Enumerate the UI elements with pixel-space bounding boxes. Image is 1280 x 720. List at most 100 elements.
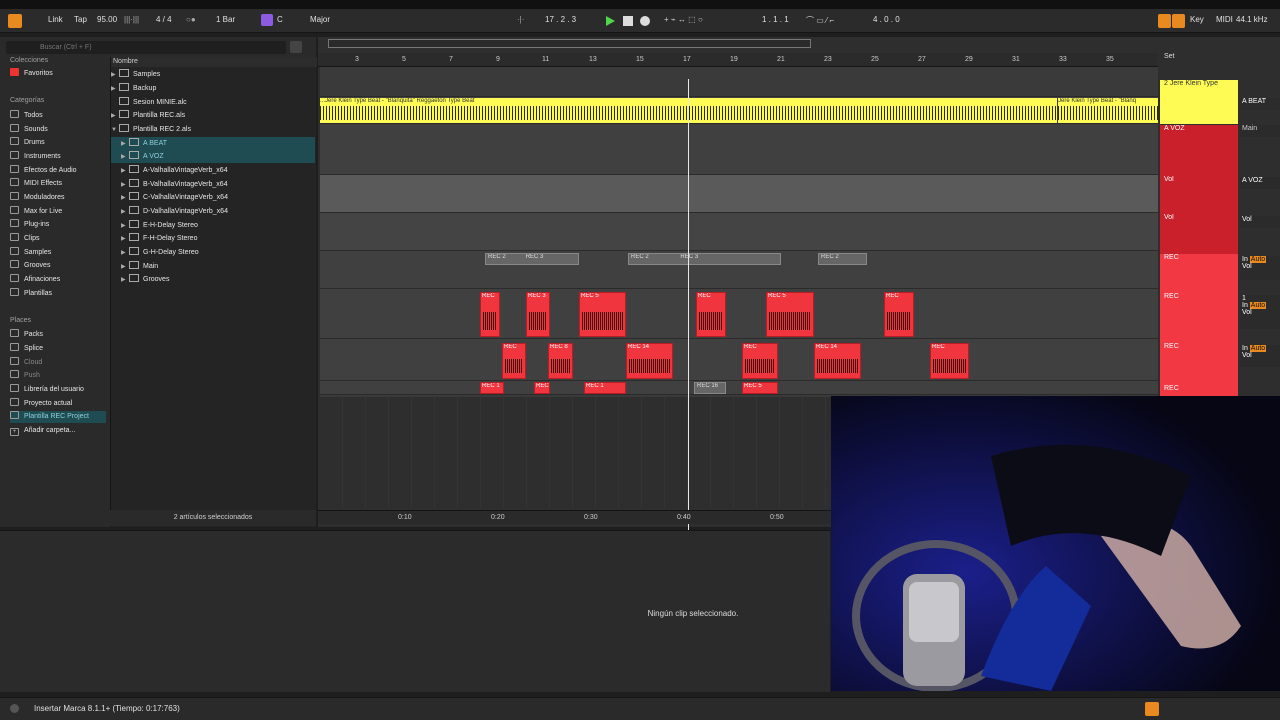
track-io[interactable]: 1 In Auto Vol — [1240, 295, 1280, 329]
track-lane-rec3[interactable]: REC REC 8 REC 14 REC REC 14 REC — [320, 339, 1158, 381]
sidebar-item-midi-effects[interactable]: MIDI Effects — [10, 178, 106, 190]
track-io[interactable]: Vol — [1240, 216, 1280, 228]
list-item[interactable]: ▶ Backup — [111, 82, 315, 95]
list-item[interactable]: ▶ Samples — [111, 68, 315, 81]
audio-clip[interactable]: REC — [502, 343, 526, 379]
warning-icon[interactable] — [1145, 702, 1159, 716]
list-item[interactable]: ▶ E-H-Delay Stereo — [111, 219, 315, 232]
sidebar-item-user-library[interactable]: Librería del usuario — [10, 384, 106, 396]
sidebar-item-sounds[interactable]: Sounds — [10, 124, 106, 136]
sidebar-item-clips[interactable]: Clips — [10, 233, 106, 245]
sidebar-item-drums[interactable]: Drums — [10, 137, 106, 149]
sidebar-item-packs[interactable]: Packs — [10, 329, 106, 341]
audio-clip[interactable]: REC — [696, 292, 726, 337]
sidebar-item-instruments[interactable]: Instruments — [10, 151, 106, 163]
name-column-header[interactable]: Nombre — [111, 57, 317, 67]
sidebar-item-add-folder[interactable]: + Añadir carpeta... — [10, 425, 106, 437]
scale-mode-icon[interactable] — [261, 14, 273, 26]
filter-icon[interactable] — [290, 41, 302, 53]
list-item[interactable]: ▶ B-ValhallaVintageVerb_x64 — [111, 178, 315, 191]
key-map-button[interactable]: Key — [1190, 15, 1204, 24]
list-item[interactable]: ▶ Plantilla REC.als — [111, 109, 315, 122]
song-position-field[interactable]: 17 . 2 . 3 — [545, 15, 576, 24]
track-io[interactable]: A BEAT — [1240, 98, 1280, 110]
audio-clip[interactable]: REC 2 REC 3 — [485, 253, 579, 265]
list-item[interactable]: ▶ Main — [111, 260, 315, 273]
record-icon[interactable] — [640, 16, 650, 26]
list-item[interactable]: Sesion MINIE.alc — [111, 96, 315, 109]
track-header-voz[interactable]: A VOZ — [1160, 125, 1238, 176]
track-header-vol2[interactable]: Vol — [1160, 214, 1238, 254]
audio-clip[interactable]: REC 1 — [480, 382, 504, 394]
track-header-rec3[interactable]: REC — [1160, 343, 1238, 385]
track-lane-rec2[interactable]: REC REC 3 REC 5 REC REC 5 REC — [320, 289, 1158, 339]
track-lane-voz[interactable] — [320, 124, 1158, 175]
sidebar-item-template-project[interactable]: Plantilla REC Project — [10, 411, 106, 423]
track-lane-beat[interactable]: ...Jere Klein Type Beat - "Blanquita" Re… — [320, 97, 1158, 124]
audio-clip[interactable]: REC 1 — [584, 382, 626, 394]
arrangement-overview[interactable] — [328, 39, 811, 48]
beat-clip[interactable]: Jere Klein Type Beat - "Blanq — [1058, 98, 1158, 123]
list-item[interactable]: ▼ Plantilla REC 2.als — [111, 123, 315, 136]
key-select[interactable]: C — [277, 15, 283, 24]
play-icon[interactable] — [606, 16, 615, 26]
list-item[interactable]: ▶ G-H-Delay Stereo — [111, 246, 315, 259]
time-ruler[interactable]: 0:10 0:20 0:30 0:40 0:50 — [318, 510, 832, 524]
list-item[interactable]: ▶ A-ValhallaVintageVerb_x64 — [111, 164, 315, 177]
locator-lane[interactable] — [320, 67, 1158, 97]
draw-mode-icon[interactable] — [1158, 14, 1171, 28]
link-button[interactable]: Link — [48, 15, 63, 24]
track-lane-vol2[interactable] — [320, 213, 1158, 251]
sidebar-item-tunings[interactable]: Afinaciones — [10, 274, 106, 286]
audio-clip[interactable]: REC 16 — [694, 382, 726, 394]
list-item[interactable]: ▶ Grooves — [111, 273, 315, 286]
overdub-automation-icons[interactable]: + ⌁ ↔ ⬚ ○ — [664, 15, 703, 24]
empty-lanes[interactable] — [320, 397, 830, 509]
sidebar-item-samples[interactable]: Samples — [10, 247, 106, 259]
loop-length-field[interactable]: 4 . 0 . 0 — [873, 15, 900, 24]
audio-clip[interactable]: REC — [884, 292, 914, 337]
audio-clip[interactable]: REC 5 — [742, 382, 778, 394]
track-io[interactable]: A VOZ — [1240, 177, 1280, 189]
scale-select[interactable]: Major — [310, 15, 330, 24]
track-header-beat[interactable]: 2 Jere Klein Type — [1160, 80, 1238, 124]
audio-clip[interactable]: REC — [480, 292, 500, 337]
loop-start-field[interactable]: 1 . 1 . 1 — [762, 15, 789, 24]
keyboard-icon[interactable] — [1172, 14, 1185, 28]
sidebar-item-push[interactable]: Push — [10, 370, 106, 382]
audio-clip[interactable]: REC 5 — [766, 292, 814, 337]
sidebar-item-current-project[interactable]: Proyecto actual — [10, 398, 106, 410]
list-item[interactable]: ▶ A BEAT — [111, 137, 315, 150]
sidebar-item-splice[interactable]: Splice — [10, 343, 106, 355]
sidebar-item-favorites[interactable]: Favoritos — [10, 68, 106, 80]
tempo-field[interactable]: 95.00 — [97, 15, 117, 24]
list-item[interactable]: ▶ D-ValhallaVintageVerb_x64 — [111, 205, 315, 218]
bar-ruler[interactable]: 3 5 7 9 11 13 15 17 19 21 23 25 27 29 31… — [318, 53, 1158, 67]
track-io[interactable]: In Auto Vol — [1240, 256, 1280, 280]
loop-icons[interactable]: ⌒ ▭ ⁄ ⌐ — [806, 15, 834, 26]
sidebar-item-max-for-live[interactable]: Max for Live — [10, 206, 106, 218]
track-header-vol[interactable]: Vol — [1160, 176, 1238, 214]
track-lane-rec1[interactable]: REC 2 REC 3 REC 2 REC 3 REC 2 — [320, 251, 1158, 289]
list-item[interactable]: ▶ C-ValhallaVintageVerb_x64 — [111, 191, 315, 204]
track-header-rec2[interactable]: REC — [1160, 293, 1238, 343]
audio-clip[interactable]: REC 2 REC 3 — [628, 253, 781, 265]
sidebar-item-templates[interactable]: Plantillas — [10, 288, 106, 300]
sidebar-item-plugins[interactable]: Plug-ins — [10, 219, 106, 231]
follow-icon[interactable]: ○● — [186, 15, 196, 24]
sidebar-item-all[interactable]: Todos — [10, 110, 106, 122]
sidebar-item-modulators[interactable]: Moduladores — [10, 192, 106, 204]
search-input[interactable]: Buscar (Ctrl + F) — [6, 41, 286, 54]
list-item[interactable]: ▶ A VOZ — [111, 150, 315, 163]
sidebar-item-audio-effects[interactable]: Efectos de Audio — [10, 165, 106, 177]
midi-map-button[interactable]: MIDI — [1216, 15, 1233, 24]
quantize-select[interactable]: 1 Bar — [216, 15, 235, 24]
track-io[interactable]: In Auto Vol — [1240, 345, 1280, 367]
sidebar-item-grooves[interactable]: Grooves — [10, 260, 106, 272]
track-lane-vol[interactable] — [320, 175, 1158, 213]
audio-clip[interactable]: REC 8 — [548, 343, 573, 379]
audio-clip[interactable]: REC — [742, 343, 778, 379]
tap-button[interactable]: Tap — [74, 15, 87, 24]
metronome-bars-icon[interactable]: |||·||| — [124, 15, 139, 24]
audio-clip[interactable]: REC 3 — [526, 292, 550, 337]
